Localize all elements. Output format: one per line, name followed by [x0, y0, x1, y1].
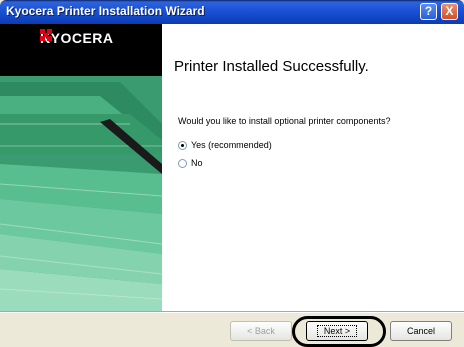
- window-title: Kyocera Printer Installation Wizard: [6, 4, 205, 18]
- install-question: Would you like to install optional print…: [178, 116, 391, 126]
- option-no-radio-row[interactable]: No: [178, 158, 203, 168]
- wizard-sidebar: KYOCERA: [0, 24, 162, 312]
- option-yes-label[interactable]: Yes (recommended): [191, 140, 272, 150]
- option-no-radio[interactable]: [178, 158, 187, 168]
- option-no-label[interactable]: No: [191, 158, 203, 168]
- next-button[interactable]: Next >: [306, 321, 368, 341]
- wizard-footer: < Back Next > Cancel: [0, 312, 464, 347]
- help-button[interactable]: ?: [420, 3, 437, 20]
- page-title: Printer Installed Successfully.: [174, 58, 369, 75]
- kyocera-logo-mark-icon: [40, 29, 52, 41]
- next-button-label[interactable]: Next >: [316, 325, 358, 337]
- title-bar[interactable]: Kyocera Printer Installation Wizard ? X: [0, 0, 464, 24]
- cancel-button[interactable]: Cancel: [390, 321, 452, 341]
- sidebar-graphic: [0, 24, 162, 312]
- back-button[interactable]: < Back: [230, 321, 292, 341]
- wizard-content: Printer Installed Successfully. Would yo…: [162, 24, 464, 312]
- installer-window: Kyocera Printer Installation Wizard ? X: [0, 0, 464, 347]
- kyocera-logo: KYOCERA: [40, 29, 114, 47]
- close-button[interactable]: X: [441, 3, 458, 20]
- option-yes-radio[interactable]: [178, 140, 187, 150]
- option-yes-radio-row[interactable]: Yes (recommended): [178, 140, 272, 150]
